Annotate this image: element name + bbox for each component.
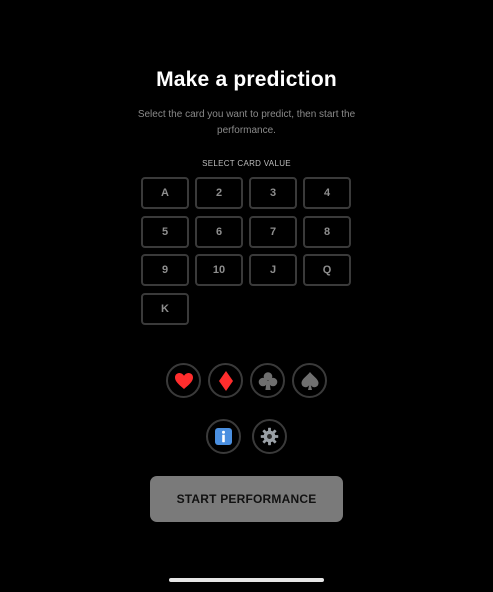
info-icon	[215, 428, 232, 445]
select-card-value-label: SELECT CARD VALUE	[202, 159, 291, 168]
card-value-button-4[interactable]: 4	[303, 177, 351, 209]
gear-icon	[260, 427, 279, 446]
card-value-button-10[interactable]: 10	[195, 254, 243, 286]
suit-button-diamonds[interactable]	[208, 363, 243, 398]
page-subtitle: Select the card you want to predict, the…	[137, 109, 356, 136]
suit-button-spades[interactable]	[292, 363, 327, 398]
start-performance-button[interactable]: START PERFORMANCE	[150, 476, 343, 522]
heart-icon	[174, 372, 193, 389]
card-value-button-5[interactable]: 5	[141, 215, 189, 248]
tool-buttons	[206, 419, 287, 454]
suit-button-clubs[interactable]	[250, 363, 285, 398]
settings-button[interactable]	[252, 419, 287, 454]
suit-button-hearts[interactable]	[166, 363, 201, 398]
card-value-button-8[interactable]: 8	[303, 215, 351, 248]
spade-icon	[301, 371, 318, 390]
suit-selector	[166, 363, 327, 398]
page-title: Make a prediction	[156, 68, 337, 91]
card-value-button-7[interactable]: 7	[249, 215, 297, 248]
card-value-button-a[interactable]: A	[141, 177, 189, 209]
card-value-grid: A 2 3 4 5 6 7 8 9 10 J Q K	[141, 177, 353, 325]
home-indicator[interactable]	[169, 578, 324, 582]
card-value-button-k[interactable]: K	[141, 292, 189, 325]
card-value-button-j[interactable]: J	[249, 254, 297, 286]
card-value-button-2[interactable]: 2	[195, 177, 243, 209]
card-value-button-9[interactable]: 9	[141, 254, 189, 286]
diamond-icon	[218, 370, 233, 391]
card-value-button-q[interactable]: Q	[303, 254, 351, 286]
card-value-button-3[interactable]: 3	[249, 177, 297, 209]
club-icon	[258, 371, 277, 390]
card-value-button-6[interactable]: 6	[195, 215, 243, 248]
info-button[interactable]	[206, 419, 241, 454]
